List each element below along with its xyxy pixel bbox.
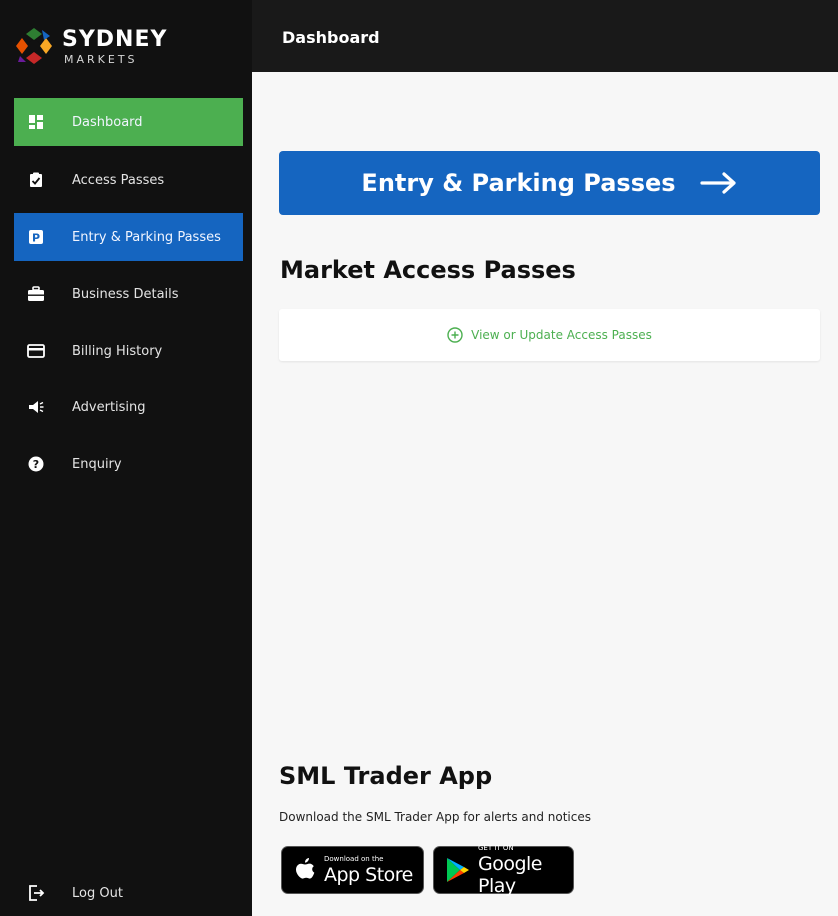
- brand-name: SYDNEY: [62, 27, 168, 52]
- logout-label: Log Out: [72, 885, 123, 901]
- google-play-icon: [446, 857, 470, 883]
- sidebar-item-label: Access Passes: [72, 172, 165, 188]
- svg-text:?: ?: [33, 458, 39, 471]
- sidebar: SYDNEY MARKETS Dashboard Access Passes P…: [0, 0, 252, 916]
- question-circle-icon: ?: [26, 454, 46, 474]
- logout-button[interactable]: Log Out: [14, 869, 243, 916]
- parking-icon: P: [26, 227, 46, 247]
- sidebar-item-label: Dashboard: [72, 114, 143, 130]
- brand-subtitle: MARKETS: [64, 53, 138, 66]
- sidebar-item-dashboard[interactable]: Dashboard: [14, 98, 243, 146]
- sidebar-item-advertising[interactable]: Advertising: [14, 383, 243, 431]
- megaphone-icon: [26, 397, 46, 417]
- arrow-right-icon: [699, 171, 738, 195]
- apple-icon: [294, 857, 316, 883]
- credit-card-icon: [26, 341, 46, 361]
- sidebar-item-enquiry[interactable]: ? Enquiry: [14, 440, 243, 488]
- sidebar-item-label: Advertising: [72, 399, 146, 415]
- dashboard-icon: [26, 112, 46, 132]
- app-store-small-text: Download on the: [324, 854, 384, 863]
- sidebar-item-entry-parking-passes[interactable]: P Entry & Parking Passes: [14, 213, 243, 261]
- svg-text:P: P: [32, 232, 40, 245]
- briefcase-icon: [26, 284, 46, 304]
- sidebar-item-access-passes[interactable]: Access Passes: [14, 156, 243, 204]
- view-update-access-passes-label: View or Update Access Passes: [471, 328, 652, 342]
- sidebar-item-label: Entry & Parking Passes: [72, 229, 221, 245]
- sydney-markets-logo-icon: [16, 28, 52, 64]
- app-root: SYDNEY MARKETS Dashboard Access Passes P…: [0, 0, 838, 916]
- brand-logo-block[interactable]: SYDNEY MARKETS: [12, 24, 172, 76]
- sidebar-item-label: Business Details: [72, 286, 179, 302]
- sml-trader-app-heading: SML Trader App: [279, 762, 493, 790]
- market-access-passes-heading: Market Access Passes: [280, 256, 576, 284]
- sml-trader-app-description: Download the SML Trader App for alerts a…: [279, 810, 591, 824]
- view-update-access-passes-link[interactable]: View or Update Access Passes: [279, 309, 820, 361]
- clipboard-check-icon: [26, 170, 46, 190]
- app-store-big-text: App Store: [324, 863, 413, 886]
- entry-parking-passes-label: Entry & Parking Passes: [361, 169, 676, 197]
- plus-circle-icon: [447, 327, 463, 343]
- sidebar-item-label: Enquiry: [72, 456, 122, 472]
- sidebar-item-label: Billing History: [72, 343, 163, 359]
- sidebar-item-business-details[interactable]: Business Details: [14, 270, 243, 318]
- google-play-big-text: Google Play: [478, 852, 543, 897]
- main-content: Entry & Parking Passes Market Access Pas…: [252, 72, 838, 916]
- logout-icon: [26, 883, 46, 903]
- google-play-small-text: GET IT ON: [478, 843, 514, 852]
- page-title: Dashboard: [282, 28, 380, 47]
- app-store-badge[interactable]: Download on the App Store: [281, 846, 424, 894]
- sidebar-item-billing-history[interactable]: Billing History: [14, 327, 243, 375]
- google-play-badge[interactable]: GET IT ON Google Play: [433, 843, 574, 897]
- top-bar: Dashboard: [252, 0, 838, 72]
- entry-parking-passes-button[interactable]: Entry & Parking Passes: [279, 151, 820, 215]
